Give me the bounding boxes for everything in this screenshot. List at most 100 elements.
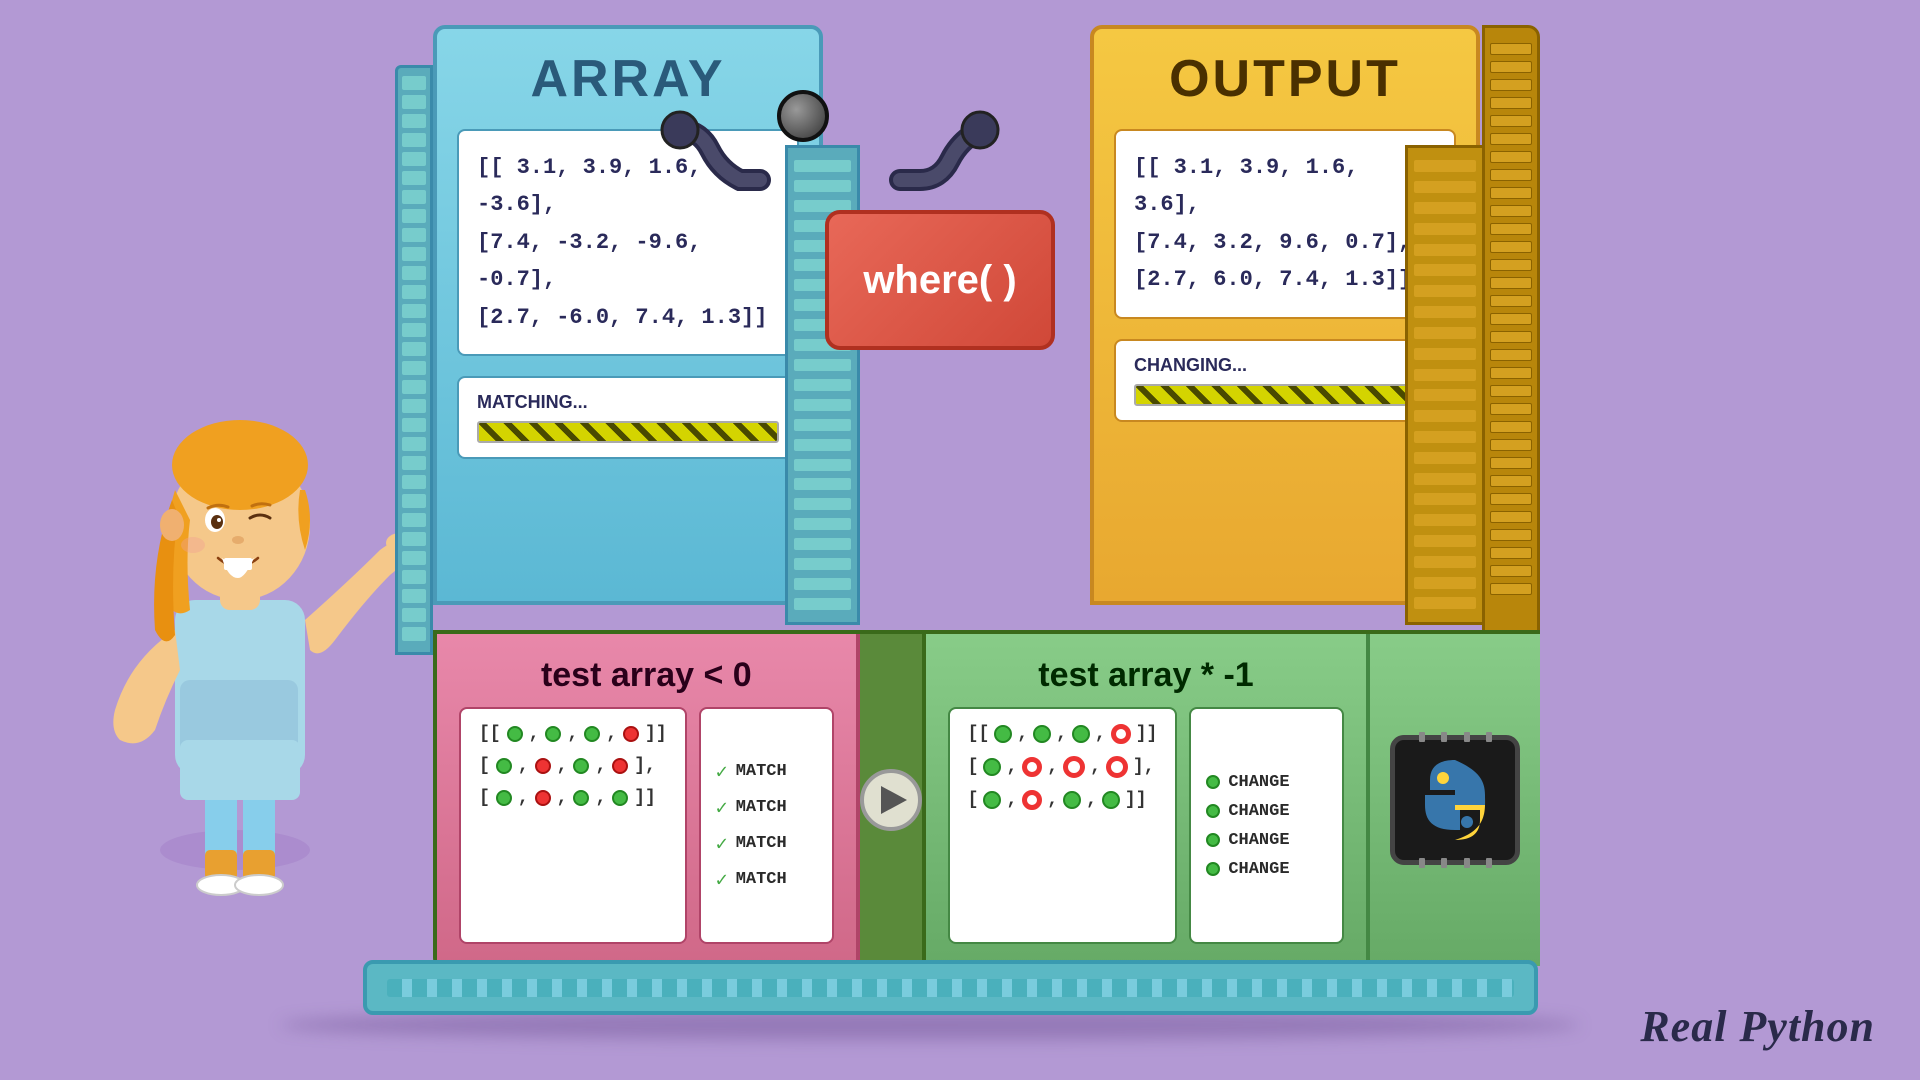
vent-bar [402,532,426,546]
vent-bar [402,133,426,147]
output-right-vent [1405,145,1485,625]
output-code-text: [[ 3.1, 3.9, 1.6, 3.6], [7.4, 3.2, 9.6, … [1134,149,1436,299]
vent-bar [402,323,426,337]
dot-green [584,726,600,742]
vent-bar [402,513,426,527]
test-left-dots-box: [[ , , , ]] [ , , , ], [459,707,687,944]
play-button[interactable] [860,769,922,831]
dot-green [573,790,589,806]
array-panel-title: ARRAY [457,49,799,109]
dot-red [623,726,639,742]
watermark: Real Python [1640,1001,1875,1052]
dot-green [496,758,512,774]
vent-bar [402,76,426,90]
play-triangle-icon [881,786,907,814]
python-chip-panel [1370,634,1540,966]
vent-bar [402,304,426,318]
vent-bar [402,399,426,413]
right-vent-column [1482,25,1540,675]
vent-bar [402,589,426,603]
matching-label: MATCHING... [477,392,779,413]
vent-bar [402,171,426,185]
matching-box: MATCHING... [457,376,799,459]
where-label: where( ) [863,258,1016,303]
right-dot-row-2: [ , , , ], [968,756,1158,778]
test-left-title: test array < 0 [459,656,834,695]
dot-green [496,790,512,806]
change-item-2: CHANGE [1206,802,1327,821]
left-vent [395,65,433,655]
check-icon: ✓ [716,831,728,857]
character-illustration [60,360,410,980]
match-item-3: ✓ MATCH [716,831,817,857]
change-dot-icon [1206,804,1220,818]
vent-bar [402,494,426,508]
vent-bar [402,475,426,489]
dot-red [612,758,628,774]
knob [777,90,829,142]
dot-green [983,791,1001,809]
check-icon: ✓ [716,759,728,785]
play-button-area [860,634,926,966]
right-dot-row-3: [ , , , ]] [968,790,1158,810]
vent-bar [402,266,426,280]
match-box: ✓ MATCH ✓ MATCH ✓ MATCH ✓ MATCH [699,707,834,944]
dot-red-ring-lg [1063,756,1085,778]
dot-row-2: [ , , , ], [479,756,667,776]
vent-bar [402,627,426,641]
vent-bar [402,95,426,109]
array-content-box: [[ 3.1, 3.9, 1.6, -3.6], [7.4, -3.2, -9.… [457,129,799,356]
test-right-content: [[ , , , ]] [ , , , ], [948,707,1345,944]
dot-green [573,758,589,774]
vent-bar [402,380,426,394]
dot-red-ring [1022,790,1042,810]
output-progress-stripes [1136,386,1434,404]
dot-red-ring-lg [1106,756,1128,778]
change-box: CHANGE CHANGE CHANGE CHANGE [1189,707,1344,944]
vent-bar [402,608,426,622]
dot-green [612,790,628,806]
vent-bar [402,285,426,299]
dot-green [994,725,1012,743]
match-item-1: ✓ MATCH [716,759,817,785]
vent-bar [402,456,426,470]
right-dot-row-1: [[ , , , ]] [968,724,1158,744]
vent-bar [402,114,426,128]
dot-row-3: [ , , , ]] [479,788,667,808]
check-icon: ✓ [716,867,728,893]
dot-row-1: [[ , , , ]] [479,724,667,744]
change-item-4: CHANGE [1206,860,1327,879]
progress-stripes [479,423,777,441]
test-right-panel: test array * -1 [[ , , , ]] [ [926,634,1371,966]
change-item-1: CHANGE [1206,773,1327,792]
vent-bar [402,190,426,204]
vent-bar [402,418,426,432]
scene: ARRAY [[ 3.1, 3.9, 1.6, -3.6], [7.4, -3.… [0,0,1920,1080]
change-dot-icon [1206,833,1220,847]
vent-bar [402,247,426,261]
vent-bar [402,209,426,223]
machine-base-platform [363,960,1538,1015]
dot-red-ring [1022,757,1042,777]
vent-bar [402,570,426,584]
dot-green [1063,791,1081,809]
change-dot-icon [1206,775,1220,789]
vent-bar [402,551,426,565]
match-item-2: ✓ MATCH [716,795,817,821]
dot-red-ring [1111,724,1131,744]
test-right-dots-box: [[ , , , ]] [ , , , ], [948,707,1178,944]
change-dot-icon [1206,862,1220,876]
vent-bar [402,437,426,451]
dot-green [545,726,561,742]
vent-bar [402,361,426,375]
array-panel: ARRAY [[ 3.1, 3.9, 1.6, -3.6], [7.4, -3.… [433,25,823,605]
test-right-title: test array * -1 [948,656,1345,695]
dot-green [507,726,523,742]
dot-green [1102,791,1120,809]
bottom-machine: test array < 0 [[ , , , ]] [ [433,630,1540,970]
dot-green [1072,725,1090,743]
array-code-text: [[ 3.1, 3.9, 1.6, -3.6], [7.4, -3.2, -9.… [477,149,779,336]
dot-green [1033,725,1051,743]
vent-bar [402,152,426,166]
change-item-3: CHANGE [1206,831,1327,850]
